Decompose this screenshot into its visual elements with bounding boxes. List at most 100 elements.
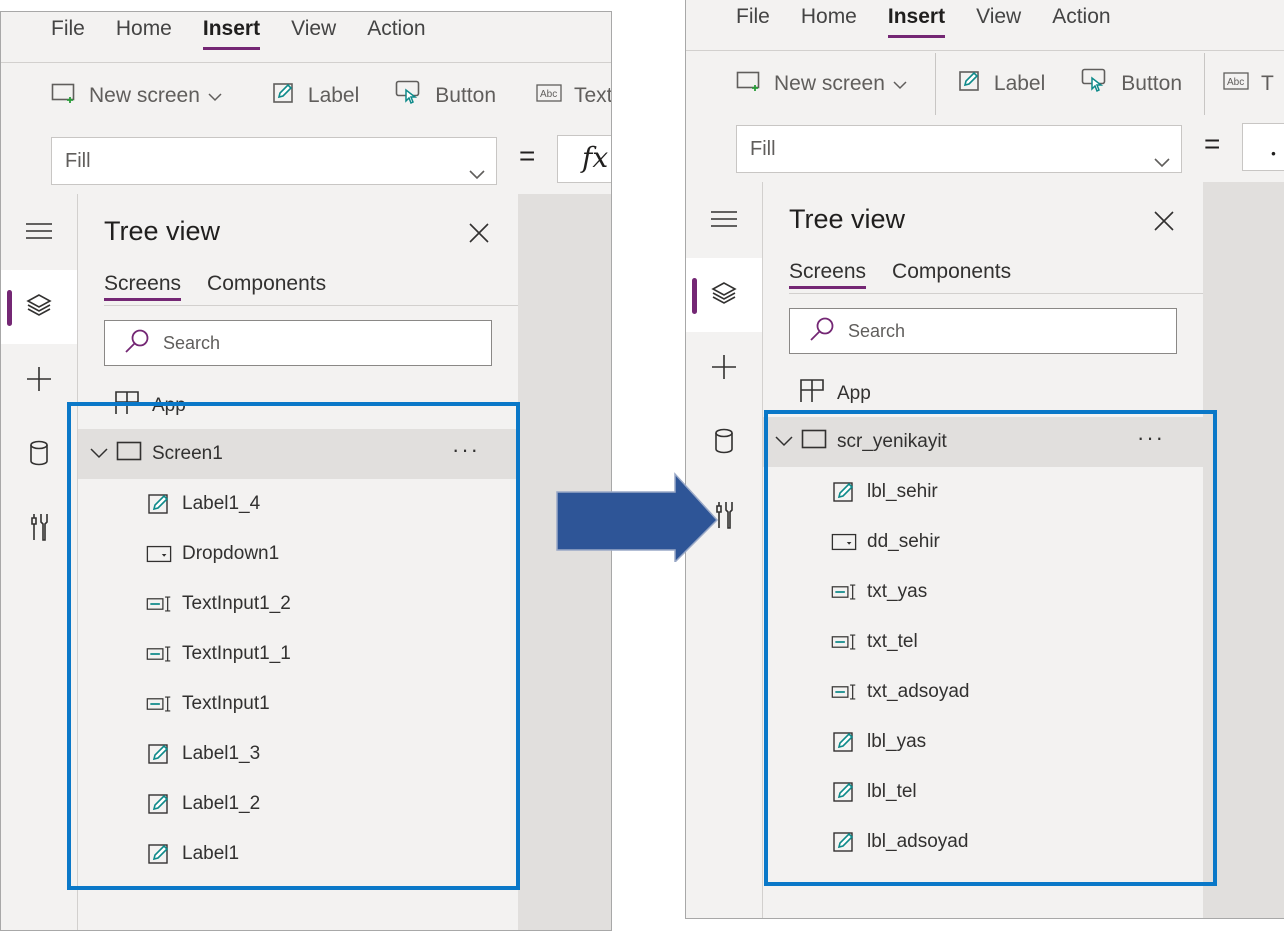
tab-screens[interactable]: Screens <box>104 272 182 301</box>
property-value: Fill <box>750 138 776 160</box>
text-button-text: Text <box>574 84 612 107</box>
insert-toolbar: New screen Label Button <box>686 50 1284 118</box>
pointer-button-icon <box>1081 68 1109 100</box>
text-input-button[interactable]: Abc T <box>1223 72 1274 96</box>
chevron-down-icon <box>1153 140 1171 186</box>
menu-action[interactable]: Action <box>1052 0 1110 40</box>
close-icon[interactable] <box>1153 210 1175 237</box>
menu-bar: File Home Insert View Action <box>1 12 611 62</box>
right-arrow-icon <box>556 472 719 562</box>
label-edit-icon <box>958 69 982 99</box>
close-icon[interactable] <box>468 222 490 249</box>
hamburger-menu[interactable] <box>686 184 762 258</box>
abc-text-icon: Abc <box>1223 72 1249 96</box>
chevron-down-icon <box>893 72 907 96</box>
tree-item-app[interactable]: App <box>799 378 871 410</box>
tab-components[interactable]: Components <box>207 272 326 300</box>
insert-rail-button[interactable] <box>686 332 762 406</box>
new-screen-button[interactable]: New screen <box>51 82 222 110</box>
plus-icon <box>25 365 53 398</box>
label-button[interactable]: Label <box>958 69 1045 99</box>
tools-rail-button[interactable] <box>1 492 77 566</box>
insert-toolbar: New screen Label Button <box>1 62 611 130</box>
menu-bar: File Home Insert View Action <box>686 0 1284 50</box>
fx-button[interactable]: . <box>1242 123 1284 171</box>
label-button[interactable]: Label <box>272 81 359 111</box>
menu-view[interactable]: View <box>291 12 336 52</box>
tab-components[interactable]: Components <box>892 260 1011 288</box>
tools-icon <box>29 512 49 547</box>
layers-icon <box>25 292 53 323</box>
tree-view-title: Tree view <box>789 204 906 234</box>
equals-sign: = <box>519 140 536 171</box>
canvas-area <box>518 194 611 930</box>
tabs-divider <box>789 293 1203 294</box>
insert-rail-button[interactable] <box>1 344 77 418</box>
search-icon <box>808 316 836 347</box>
search-input[interactable]: Search <box>789 308 1177 354</box>
label-button-text: Label <box>993 72 1046 95</box>
tree-tabs: Screens Components <box>789 260 1037 289</box>
tree-view-rail-button[interactable] <box>1 270 77 344</box>
formula-bar: Fill = fx <box>1 128 611 195</box>
app-label: App <box>837 383 871 404</box>
menu-insert[interactable]: Insert <box>202 12 261 52</box>
tree-tabs: Screens Components <box>104 272 352 301</box>
menu-home[interactable]: Home <box>801 0 857 40</box>
fx-label: fx <box>582 141 609 174</box>
pointer-button-icon <box>395 80 423 112</box>
button-button-text: Button <box>1121 72 1182 95</box>
menu-view[interactable]: View <box>976 0 1021 40</box>
equals-sign: = <box>1204 128 1221 159</box>
text-input-button[interactable]: Abc Text <box>536 84 612 108</box>
button-button[interactable]: Button <box>395 80 496 112</box>
tree-view-rail-button[interactable] <box>686 258 762 332</box>
menu-insert[interactable]: Insert <box>887 0 946 40</box>
search-input[interactable]: Search <box>104 320 492 366</box>
property-dropdown[interactable]: Fill <box>51 137 497 185</box>
tab-screens[interactable]: Screens <box>789 260 867 289</box>
fx-button[interactable]: fx <box>557 135 611 183</box>
abc-text-icon: Abc <box>536 84 562 108</box>
menu-file[interactable]: File <box>736 0 770 40</box>
new-screen-icon <box>736 70 762 98</box>
menu-home[interactable]: Home <box>116 12 172 52</box>
text-button-text: T <box>1261 72 1274 95</box>
app-grid-icon <box>799 378 825 410</box>
button-button[interactable]: Button <box>1081 68 1182 100</box>
tree-view-title: Tree view <box>104 216 221 246</box>
hamburger-menu[interactable] <box>1 196 77 270</box>
label-edit-icon <box>272 81 296 111</box>
tabs-divider <box>104 305 518 306</box>
layers-icon <box>710 280 738 311</box>
search-placeholder: Search <box>163 332 221 353</box>
data-rail-button[interactable] <box>686 406 762 480</box>
svg-text:Abc: Abc <box>540 89 557 100</box>
formula-bar: Fill = . <box>686 116 1284 183</box>
new-screen-label: New screen <box>89 84 200 107</box>
search-icon <box>123 328 151 359</box>
highlight-box-after <box>764 410 1217 886</box>
label-button-text: Label <box>307 84 360 107</box>
menu-action[interactable]: Action <box>367 12 425 52</box>
hamburger-icon <box>25 221 53 246</box>
plus-icon <box>710 353 738 386</box>
new-screen-label: New screen <box>774 72 885 95</box>
chevron-down-icon <box>468 152 486 198</box>
fx-label: . <box>1269 129 1278 162</box>
toolbar-divider <box>934 53 936 115</box>
menu-file[interactable]: File <box>51 12 85 52</box>
new-screen-icon <box>51 82 77 110</box>
chevron-down-icon <box>208 84 222 108</box>
toolbar-divider <box>1204 53 1205 115</box>
property-value: Fill <box>65 150 91 172</box>
highlight-box-before <box>67 402 520 890</box>
database-icon <box>713 428 735 459</box>
button-button-text: Button <box>435 84 496 107</box>
database-icon <box>28 440 50 471</box>
data-rail-button[interactable] <box>1 418 77 492</box>
search-placeholder: Search <box>848 320 906 341</box>
new-screen-button[interactable]: New screen <box>736 70 907 98</box>
property-dropdown[interactable]: Fill <box>736 125 1182 173</box>
svg-text:Abc: Abc <box>1227 77 1244 88</box>
